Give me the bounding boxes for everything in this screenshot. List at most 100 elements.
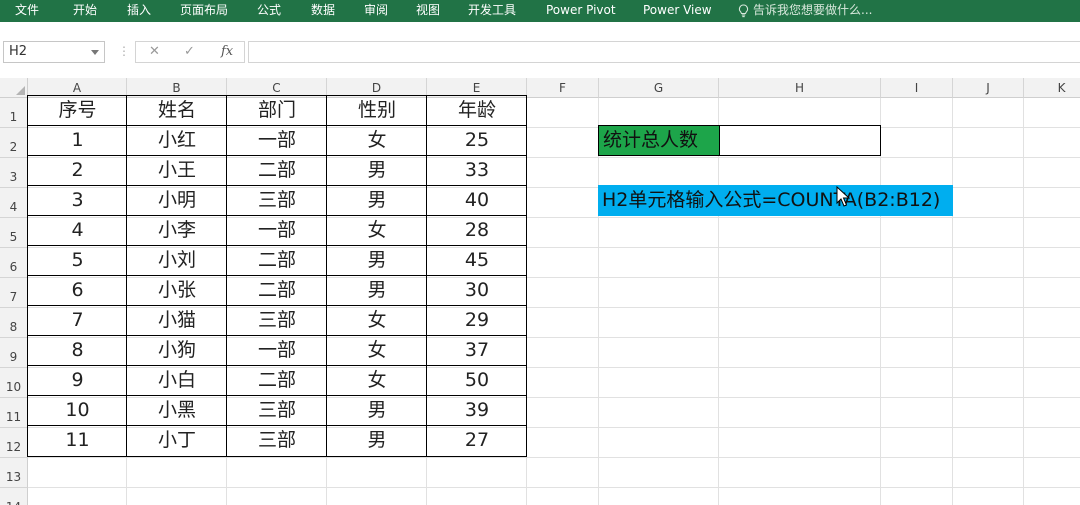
table-cell[interactable]: 3 [28, 185, 127, 215]
row-header[interactable]: 9 [0, 338, 28, 368]
row-header[interactable]: 14 [0, 488, 28, 505]
ribbon-tab[interactable]: 开始 [73, 0, 97, 22]
table-cell[interactable]: 三部 [227, 305, 327, 335]
drag-handle[interactable]: ⋮ [118, 44, 130, 58]
table-cell[interactable]: 39 [427, 395, 527, 425]
table-cell[interactable]: 三部 [227, 425, 327, 455]
table-cell[interactable]: 女 [327, 125, 427, 155]
table-cell[interactable]: 小狗 [127, 335, 227, 365]
table-header-cell[interactable]: 性别 [327, 95, 427, 125]
column-header[interactable]: F [527, 78, 599, 98]
table-cell[interactable]: 男 [327, 155, 427, 185]
select-all-button[interactable] [0, 78, 28, 98]
column-header[interactable]: H [719, 78, 881, 98]
table-cell[interactable]: 女 [327, 215, 427, 245]
table-cell[interactable]: 男 [327, 425, 427, 455]
table-cell[interactable]: 小刘 [127, 245, 227, 275]
table-cell[interactable]: 二部 [227, 245, 327, 275]
table-cell[interactable]: 5 [28, 245, 127, 275]
row-header[interactable]: 6 [0, 248, 28, 278]
formula-note-cell[interactable]: H2单元格输入公式=COUNTA(B2:B12) [598, 185, 953, 216]
insert-function-icon[interactable]: fx [221, 42, 233, 62]
formula-input[interactable] [248, 41, 1080, 63]
ribbon-tab[interactable]: Power Pivot [546, 0, 616, 22]
table-cell[interactable]: 1 [28, 125, 127, 155]
table-cell[interactable]: 7 [28, 305, 127, 335]
table-cell[interactable]: 二部 [227, 155, 327, 185]
table-header-cell[interactable]: 部门 [227, 95, 327, 125]
table-header-cell[interactable]: 年龄 [427, 95, 527, 125]
table-cell[interactable]: 小白 [127, 365, 227, 395]
row-header[interactable]: 3 [0, 158, 28, 188]
table-cell[interactable]: 男 [327, 395, 427, 425]
enter-icon[interactable]: ✓ [184, 42, 195, 62]
table-cell[interactable]: 40 [427, 185, 527, 215]
table-cell[interactable]: 6 [28, 275, 127, 305]
ribbon-tab[interactable]: 审阅 [364, 0, 388, 22]
table-cell[interactable]: 45 [427, 245, 527, 275]
table-cell[interactable]: 男 [327, 185, 427, 215]
table-cell[interactable]: 小李 [127, 215, 227, 245]
table-header-cell[interactable]: 姓名 [127, 95, 227, 125]
table-cell[interactable]: 小王 [127, 155, 227, 185]
table-cell[interactable]: 小丁 [127, 425, 227, 455]
table-cell[interactable]: 一部 [227, 125, 327, 155]
table-cell[interactable]: 8 [28, 335, 127, 365]
row-header[interactable]: 11 [0, 398, 28, 428]
table-cell[interactable]: 三部 [227, 185, 327, 215]
ribbon-tab[interactable]: Power View [643, 0, 712, 22]
table-cell[interactable]: 25 [427, 125, 527, 155]
row-header[interactable]: 10 [0, 368, 28, 398]
cancel-icon[interactable]: ✕ [149, 42, 160, 62]
name-box[interactable]: H2 [3, 41, 105, 63]
table-header-cell[interactable]: 序号 [28, 95, 127, 125]
table-cell[interactable]: 男 [327, 245, 427, 275]
row-header[interactable]: 12 [0, 428, 28, 458]
ribbon-tab[interactable]: 公式 [257, 0, 281, 22]
row-header[interactable]: 8 [0, 308, 28, 338]
column-header[interactable]: K [1024, 78, 1080, 98]
table-cell[interactable]: 小猫 [127, 305, 227, 335]
table-cell[interactable]: 男 [327, 275, 427, 305]
row-header[interactable]: 1 [0, 98, 28, 128]
chevron-down-icon[interactable] [91, 50, 99, 55]
table-cell[interactable]: 小明 [127, 185, 227, 215]
table-cell[interactable]: 4 [28, 215, 127, 245]
ribbon-tab[interactable]: 开发工具 [468, 0, 516, 22]
column-header[interactable]: G [599, 78, 719, 98]
ribbon-tab[interactable]: 页面布局 [180, 0, 228, 22]
tell-me-search[interactable]: 告诉我您想要做什么... [738, 0, 872, 22]
row-header[interactable]: 4 [0, 188, 28, 218]
table-cell[interactable]: 女 [327, 305, 427, 335]
table-cell[interactable]: 28 [427, 215, 527, 245]
table-cell[interactable]: 9 [28, 365, 127, 395]
ribbon-tab[interactable]: 插入 [127, 0, 151, 22]
table-cell[interactable]: 小黑 [127, 395, 227, 425]
row-header[interactable]: 7 [0, 278, 28, 308]
table-cell[interactable]: 37 [427, 335, 527, 365]
ribbon-tab[interactable]: 文件 [15, 0, 39, 22]
row-header[interactable]: 2 [0, 128, 28, 158]
table-cell[interactable]: 小红 [127, 125, 227, 155]
ribbon-tab[interactable]: 数据 [311, 0, 335, 22]
table-cell[interactable]: 10 [28, 395, 127, 425]
row-header[interactable]: 13 [0, 458, 28, 488]
table-cell[interactable]: 27 [427, 425, 527, 455]
table-cell[interactable]: 一部 [227, 335, 327, 365]
row-header[interactable]: 5 [0, 218, 28, 248]
table-cell[interactable]: 2 [28, 155, 127, 185]
column-header[interactable]: J [953, 78, 1024, 98]
table-cell[interactable]: 二部 [227, 275, 327, 305]
table-cell[interactable]: 33 [427, 155, 527, 185]
column-header[interactable]: I [881, 78, 953, 98]
table-cell[interactable]: 50 [427, 365, 527, 395]
table-cell[interactable]: 女 [327, 335, 427, 365]
table-cell[interactable]: 二部 [227, 365, 327, 395]
count-label-cell[interactable]: 统计总人数 [598, 125, 720, 156]
ribbon-tab[interactable]: 视图 [416, 0, 440, 22]
table-cell[interactable]: 女 [327, 365, 427, 395]
table-cell[interactable]: 三部 [227, 395, 327, 425]
count-result-cell[interactable] [719, 125, 881, 156]
table-cell[interactable]: 11 [28, 425, 127, 455]
table-cell[interactable]: 小张 [127, 275, 227, 305]
